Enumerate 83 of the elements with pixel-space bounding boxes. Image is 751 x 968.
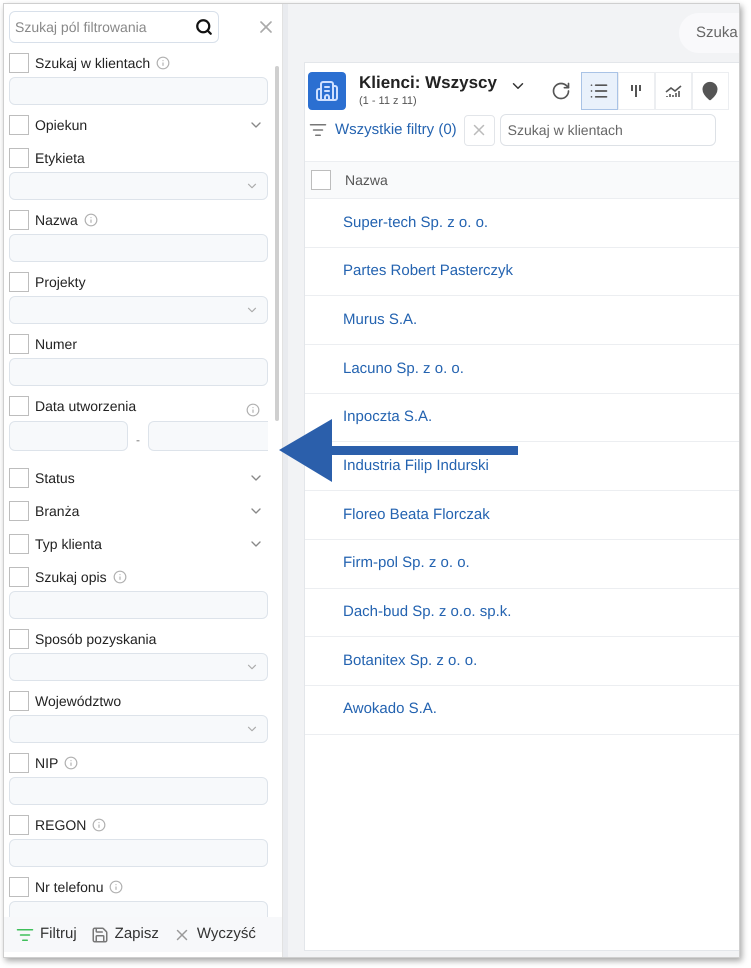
search-field[interactable]: Szukaj pól filtrowania [9,11,219,43]
filter-label: Etykieta [35,148,85,168]
date-to-field[interactable] [148,421,268,451]
filter-icon [309,121,327,139]
checkbox[interactable] [9,534,29,554]
client-name-link[interactable]: Super-tech Sp. z o. o. [343,212,488,234]
info-icon [92,818,106,832]
filter-label: Branża [35,502,80,520]
all-filters-link[interactable]: Wszystkie filtry (0) [309,118,457,142]
text-field[interactable] [9,839,268,867]
checkbox[interactable] [9,210,29,230]
info-icon [112,570,127,584]
select-field[interactable] [9,172,268,200]
filter-label: REGON [35,816,86,834]
client-name-link[interactable]: Inpoczta S.A. [343,406,432,429]
scrollbar[interactable] [275,66,279,421]
list-title[interactable]: Klienci: Wszyscy [359,72,497,93]
text-field[interactable] [9,77,268,105]
checkbox[interactable] [9,53,29,73]
date-from-field[interactable] [9,421,128,451]
select-field[interactable] [9,653,268,681]
checkbox[interactable] [9,468,29,488]
filter-label: Status [35,468,75,488]
filter-label: Typ klienta [35,534,102,554]
clear-filters-button[interactable] [464,114,495,146]
filter-label: NIP [35,754,58,772]
select-field[interactable] [9,296,268,324]
checkbox[interactable] [9,501,29,521]
filter-label: Opiekun [35,116,88,135]
checkbox[interactable] [9,629,29,649]
filter-label: Szukaj opis [35,568,107,587]
filter-label: Województwo [35,692,122,711]
footer-button[interactable]: Wyczyść [172,923,256,946]
info-icon [64,756,78,770]
client-name-link[interactable]: Murus S.A. [343,308,418,332]
text-field[interactable] [9,358,268,386]
info-icon [84,213,98,227]
search-icon[interactable] [195,18,213,36]
filter-label: Data utworzenia [35,396,136,416]
footer-button[interactable]: Zapisz [90,923,159,946]
building-icon [308,72,346,110]
client-name-link[interactable]: Floreo Beata Florczak [343,504,490,526]
checkbox[interactable] [311,170,331,190]
checkbox[interactable] [9,815,29,835]
refresh-icon[interactable] [550,81,571,101]
filter-label: Nr telefonu [35,878,104,896]
save-icon [90,926,109,944]
map-pin-icon [700,81,720,101]
client-name-link[interactable]: Awokado S.A. [343,698,437,721]
text-field[interactable] [9,234,268,262]
text-field[interactable] [9,591,268,619]
checkbox[interactable] [9,115,29,135]
client-name-link[interactable]: Botanitex Sp. z o. o. [343,650,478,672]
checkbox[interactable] [9,753,29,773]
footer-button[interactable]: Filtruj [16,923,77,946]
checkbox[interactable] [9,272,29,292]
select-field[interactable] [9,715,268,743]
view-button[interactable] [580,72,618,110]
checkbox[interactable] [9,148,29,168]
filter-label: Nazwa [35,210,78,230]
info-icon [109,880,124,894]
client-name-link[interactable]: Dach-bud Sp. z o.o. sp.k. [343,601,512,624]
filter-label: Szukaj w klientach [35,54,150,73]
list-count: (1 - 11 z 11) [359,94,418,109]
client-name-link[interactable]: Partes Robert Pasterczyk [343,260,514,283]
column-header[interactable]: Nazwa [345,170,388,190]
client-name-link[interactable]: Firm-pol Sp. z o. o. [343,552,470,575]
checkbox[interactable] [9,691,29,711]
client-name-link[interactable]: Industria Filip Indurski [343,455,489,478]
info-icon [246,403,260,417]
range-separator: - [135,432,141,449]
top-search-field[interactable]: Szuka [679,13,739,53]
filter-label: Numer [35,334,78,354]
info-icon [156,56,170,70]
checkbox[interactable] [9,877,29,897]
filter-label: Sposób pozyskania [35,630,156,649]
checkbox[interactable] [9,334,29,354]
checkbox[interactable] [9,567,29,587]
text-field[interactable] [9,777,268,805]
filter-label: Projekty [35,272,86,292]
list-search-field[interactable]: Szukaj w klientach [500,114,716,146]
checkbox[interactable] [9,396,29,416]
client-name-link[interactable]: Lacuno Sp. z o. o. [343,358,464,380]
